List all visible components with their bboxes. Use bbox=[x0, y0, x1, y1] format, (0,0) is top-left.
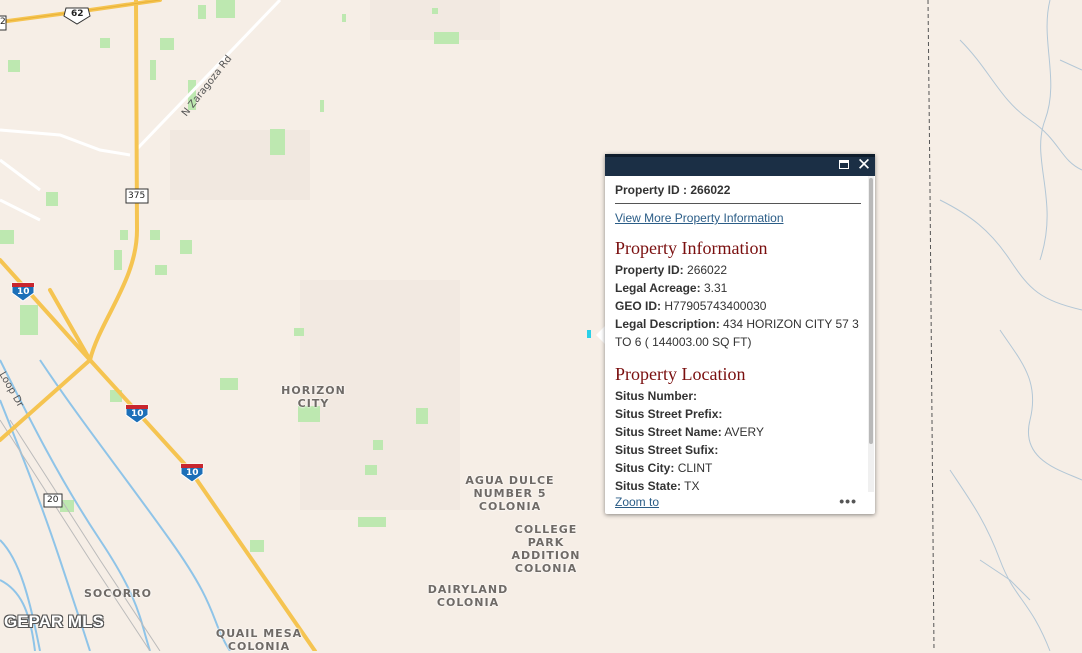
us62-shield-label: 62 bbox=[71, 9, 84, 19]
popup-scrollbar-thumb[interactable] bbox=[869, 178, 873, 444]
view-more-property-link[interactable]: View More Property Information bbox=[615, 211, 867, 225]
loc-row-street-sufix: Situs Street Sufix: bbox=[615, 443, 719, 457]
loc-row-street-name: Situs Street Name: AVERY bbox=[615, 425, 764, 439]
popup-titlebar: ✕ bbox=[605, 154, 875, 176]
mls-watermark: GEPAR MLS bbox=[4, 612, 104, 631]
property-id-header: Property ID : 266022 bbox=[615, 183, 861, 204]
fm20-shield-label: 20 bbox=[47, 495, 59, 505]
property-information-title: Property Information bbox=[615, 238, 768, 258]
info-row-legal-description: Legal Description: 434 HORIZON CITY 57 3… bbox=[615, 317, 859, 349]
info-row-legal-acreage: Legal Acreage: 3.31 bbox=[615, 281, 728, 295]
loc-row-street-prefix: Situs Street Prefix: bbox=[615, 407, 723, 421]
property-popup: ✕ Property ID : 266022 View More Propert… bbox=[605, 154, 875, 514]
place-label-quail-mesa: QUAIL MESA COLONIA bbox=[215, 627, 303, 653]
loc-row-city: Situs City: CLINT bbox=[615, 461, 713, 475]
place-label-socorro: SOCORRO bbox=[84, 587, 152, 600]
place-label-dairyland: DAIRYLAND COLONIA bbox=[427, 583, 509, 609]
place-label-agua-dulce: AGUA DULCE NUMBER 5 COLONIA bbox=[465, 474, 555, 513]
edge-shield-label: 2 bbox=[0, 17, 6, 27]
i10-shield-label-2: 10 bbox=[131, 409, 144, 419]
info-row-property-id: Property ID: 266022 bbox=[615, 263, 728, 277]
loc-row-state: Situs State: TX bbox=[615, 479, 700, 490]
zoom-to-link[interactable]: Zoom to bbox=[615, 495, 659, 509]
popup-content[interactable]: Property ID : 266022 View More Property … bbox=[615, 183, 867, 490]
tx375-shield-label: 375 bbox=[128, 191, 146, 201]
more-actions-icon[interactable]: ••• bbox=[839, 493, 857, 509]
maximize-icon[interactable] bbox=[837, 158, 853, 174]
close-icon[interactable]: ✕ bbox=[856, 157, 872, 174]
property-location-title: Property Location bbox=[615, 364, 746, 384]
loc-row-situs-number: Situs Number: bbox=[615, 389, 698, 403]
property-marker[interactable] bbox=[587, 330, 591, 338]
place-label-horizon-city: HORIZON CITY bbox=[281, 384, 346, 410]
place-label-college-park: COLLEGE PARK ADDITION COLONIA bbox=[511, 523, 581, 575]
info-row-geo-id: GEO ID: H77905743400030 bbox=[615, 299, 767, 313]
i10-shield-label-1: 10 bbox=[17, 287, 30, 297]
i10-shield-label-3: 10 bbox=[186, 468, 199, 478]
popup-scrollbar[interactable] bbox=[868, 176, 874, 492]
